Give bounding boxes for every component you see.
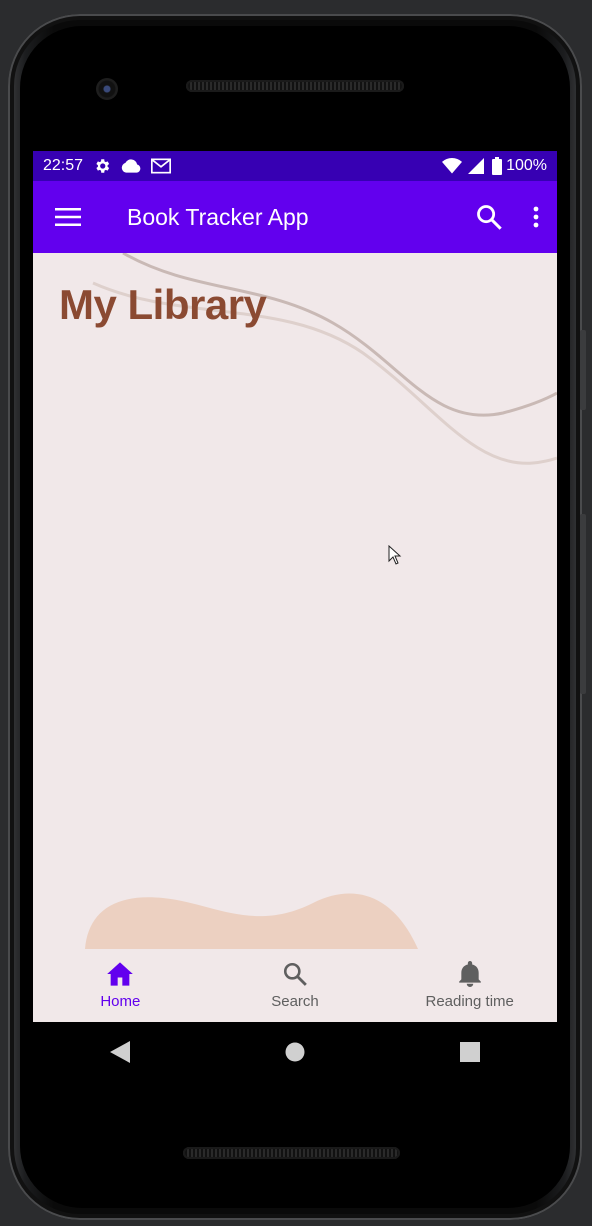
gmail-icon (151, 158, 172, 174)
app-title: Book Tracker App (127, 203, 309, 230)
nav-label-search: Search (271, 993, 319, 1010)
bottom-navigation: Home Search Reading time (33, 949, 557, 1022)
more-vert-icon[interactable] (533, 206, 539, 228)
main-content[interactable]: My Library (33, 253, 557, 949)
nav-item-search[interactable]: Search (208, 949, 383, 1022)
gear-icon (93, 157, 111, 175)
recents-icon[interactable] (459, 1042, 480, 1062)
volume-button (580, 514, 586, 694)
cloud-icon (121, 158, 141, 174)
bell-icon (458, 961, 482, 987)
nav-item-home[interactable]: Home (33, 949, 208, 1022)
nav-label-home: Home (100, 993, 141, 1010)
decorative-waves (85, 253, 557, 949)
top-speaker (186, 80, 404, 92)
hamburger-menu-icon[interactable] (55, 207, 81, 227)
power-button (580, 330, 586, 410)
app-bar-actions (475, 203, 539, 231)
app-bar: Book Tracker App (33, 181, 557, 253)
nav-item-reading-time[interactable]: Reading time (382, 949, 557, 1022)
front-camera (96, 78, 118, 100)
status-right-group: 100% (442, 157, 547, 175)
page-title: My Library (59, 281, 267, 328)
home-circle-icon[interactable] (285, 1042, 305, 1062)
status-bar: 22:57 100% (33, 151, 557, 181)
signal-icon (468, 158, 485, 174)
status-time: 22:57 (43, 157, 84, 174)
system-navigation-bar (33, 1022, 557, 1082)
wifi-icon (442, 158, 463, 174)
battery-icon (492, 157, 503, 175)
mouse-cursor-icon (388, 545, 402, 565)
search-icon (282, 961, 308, 987)
nav-label-reading-time: Reading time (425, 993, 514, 1010)
app-screen: 22:57 100% Book Tracker App My Library H… (33, 151, 557, 1022)
back-icon[interactable] (110, 1041, 131, 1063)
bottom-speaker (183, 1147, 400, 1159)
battery-percent: 100% (506, 157, 547, 174)
home-icon (106, 961, 134, 987)
search-icon[interactable] (475, 203, 503, 231)
